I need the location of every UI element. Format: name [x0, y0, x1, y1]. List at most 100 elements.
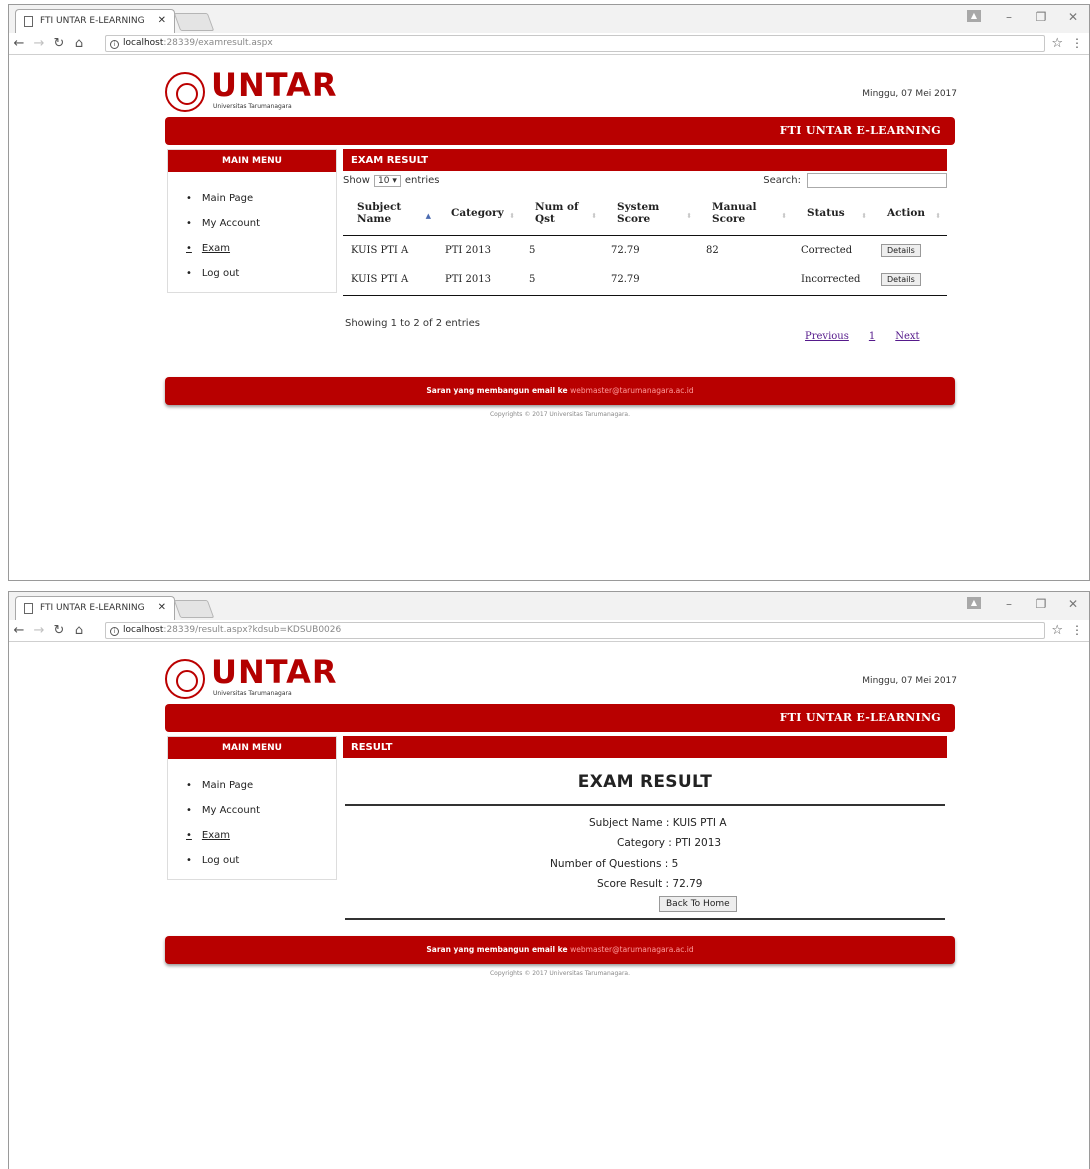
column-header-num-of-qst[interactable]: Num of Qst ⬍ — [521, 191, 603, 236]
site-header-bar: FTI UNTAR E-LEARNING — [165, 117, 955, 145]
address-bar: ← → ↻ ⌂ i localhost:28339/examresult.aspx… — [9, 33, 1089, 55]
column-label: Category — [451, 206, 504, 219]
result-heading: EXAM RESULT — [577, 772, 713, 792]
score-result-line: Score Result : 72.79 — [597, 878, 703, 890]
menu-item-log-out[interactable]: Log out — [186, 261, 336, 286]
main-menu-sidebar: MAIN MENU Main Page My Account Exam Log … — [167, 736, 337, 880]
column-label: Status — [807, 206, 845, 219]
url-field[interactable]: i localhost:28339/examresult.aspx — [105, 35, 1045, 52]
page-length-value: 10 — [377, 176, 390, 186]
sort-icon: ⬍ — [935, 211, 941, 220]
restore-icon[interactable]: ❐ — [1025, 5, 1057, 33]
menu-dots-icon[interactable]: ⋮ — [1071, 36, 1083, 50]
bookmark-star-icon[interactable]: ☆ — [1051, 623, 1063, 638]
details-button[interactable]: Details — [881, 273, 921, 287]
menu-item-my-account[interactable]: My Account — [186, 798, 336, 823]
forward-arrow-icon[interactable]: → — [29, 36, 49, 51]
details-button[interactable]: Details — [881, 243, 921, 257]
browser-tab[interactable]: FTI UNTAR E-LEARNING ✕ — [15, 9, 175, 33]
sort-asc-icon: ▲ — [425, 211, 431, 220]
url-host: localhost — [123, 38, 164, 48]
next-link[interactable]: Next — [895, 331, 919, 342]
column-header-action[interactable]: Action ⬍ — [873, 191, 947, 236]
footer-email-link[interactable]: webmaster@tarumanagara.ac.id — [570, 945, 693, 954]
divider-top — [345, 804, 945, 806]
show-label: Show — [343, 175, 370, 186]
copyright-text: Copyrights © 2017 Universitas Tarumanaga… — [489, 970, 630, 977]
cell-category: PTI 2013 — [437, 265, 521, 296]
untar-logo[interactable]: UNTAR Universitas Tarumanagara — [165, 66, 340, 116]
current-date: Minggu, 07 Mei 2017 — [862, 89, 957, 99]
copyright-text: Copyrights © 2017 Universitas Tarumanaga… — [489, 411, 630, 418]
close-window-icon[interactable]: ✕ — [1057, 592, 1089, 620]
profile-icon[interactable]: ▲ — [967, 597, 981, 609]
info-icon[interactable]: i — [110, 40, 119, 49]
logo-subtitle: Universitas Tarumanagara — [213, 103, 292, 110]
column-label: Manual — [712, 200, 757, 213]
back-to-home-button[interactable]: Back To Home — [659, 896, 737, 912]
column-label: Name — [357, 212, 392, 225]
column-header-system-score[interactable]: System Score ⬍ — [603, 191, 698, 236]
new-tab-button[interactable] — [173, 600, 215, 618]
subject-name-line: Subject Name : KUIS PTI A — [589, 817, 727, 829]
minimize-icon[interactable]: – — [993, 5, 1025, 33]
untar-logo[interactable]: UNTAR Universitas Tarumanagara — [165, 653, 340, 703]
url-field[interactable]: i localhost:28339/result.aspx?kdsub=KDSUB… — [105, 622, 1045, 639]
exam-result-table: Subject Name ▲ Category ⬍ Num of Qst ⬍ System… — [343, 191, 947, 296]
search-input[interactable] — [807, 173, 947, 188]
minimize-icon[interactable]: – — [993, 592, 1025, 620]
footer-bar: Saran yang membangun email ke webmaster@… — [165, 377, 955, 405]
cell-subject: KUIS PTI A — [343, 265, 437, 296]
menu-item-exam[interactable]: Exam — [186, 236, 336, 261]
home-icon[interactable]: ⌂ — [69, 36, 89, 51]
menu-item-main-page[interactable]: Main Page — [186, 773, 336, 798]
column-label: Score — [712, 212, 746, 225]
browser-tab[interactable]: FTI UNTAR E-LEARNING ✕ — [15, 596, 175, 620]
cell-system-score: 72.79 — [603, 265, 698, 296]
page-1-link[interactable]: 1 — [869, 331, 875, 342]
menu-dots-icon[interactable]: ⋮ — [1071, 623, 1083, 637]
reload-icon[interactable]: ↻ — [49, 36, 69, 51]
table-row: KUIS PTI A PTI 2013 5 72.79 Incorrected … — [343, 265, 947, 296]
logo-subtitle: Universitas Tarumanagara — [213, 690, 292, 697]
bookmark-star-icon[interactable]: ☆ — [1051, 36, 1063, 51]
sort-icon: ⬍ — [861, 211, 867, 220]
new-tab-button[interactable] — [173, 13, 215, 31]
cell-subject: KUIS PTI A — [351, 244, 409, 256]
info-icon[interactable]: i — [110, 627, 119, 636]
close-tab-icon[interactable]: ✕ — [158, 15, 166, 26]
column-label: Action — [887, 206, 926, 219]
menu-item-my-account[interactable]: My Account — [186, 211, 336, 236]
column-header-manual-score[interactable]: Manual Score ⬍ — [698, 191, 793, 236]
profile-icon[interactable]: ▲ — [967, 10, 981, 22]
column-header-category[interactable]: Category ⬍ — [437, 191, 521, 236]
menu-item-exam[interactable]: Exam — [186, 823, 336, 848]
main-menu-list: Main Page My Account Exam Log out — [168, 759, 336, 883]
site-title: FTI UNTAR E-LEARNING — [779, 711, 941, 724]
column-header-subject-name[interactable]: Subject Name ▲ — [343, 191, 437, 236]
back-arrow-icon[interactable]: ← — [9, 623, 29, 638]
close-tab-icon[interactable]: ✕ — [158, 602, 166, 613]
reload-icon[interactable]: ↻ — [49, 623, 69, 638]
back-arrow-icon[interactable]: ← — [9, 36, 29, 51]
column-header-status[interactable]: Status ⬍ — [793, 191, 873, 236]
column-label: Num of — [535, 200, 579, 213]
home-icon[interactable]: ⌂ — [69, 623, 89, 638]
column-label: Qst — [535, 212, 555, 225]
logo-text: UNTAR — [211, 653, 338, 691]
close-window-icon[interactable]: ✕ — [1057, 5, 1089, 33]
menu-item-log-out[interactable]: Log out — [186, 848, 336, 873]
page-length-select[interactable]: 10 ▾ — [373, 175, 401, 187]
forward-arrow-icon[interactable]: → — [29, 623, 49, 638]
window-controls: ▲ – ❐ ✕ — [967, 592, 1089, 620]
divider-bottom — [345, 918, 945, 920]
footer-email-link[interactable]: webmaster@tarumanagara.ac.id — [570, 386, 693, 395]
cell-num-qst: 5 — [521, 265, 603, 296]
dropdown-arrow-icon: ▾ — [392, 176, 397, 186]
cell-system-score: 72.79 — [611, 244, 640, 256]
university-seal-icon — [165, 72, 205, 112]
menu-item-main-page[interactable]: Main Page — [186, 186, 336, 211]
previous-link[interactable]: Previous — [805, 331, 849, 342]
restore-icon[interactable]: ❐ — [1025, 592, 1057, 620]
logo-text: UNTAR — [211, 66, 338, 104]
